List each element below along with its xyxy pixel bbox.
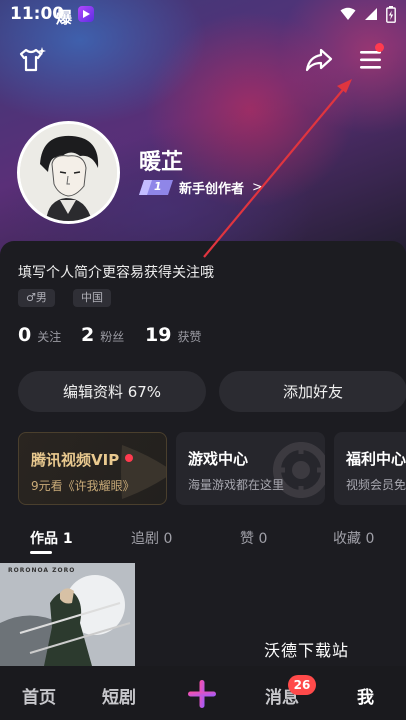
nav-me[interactable]: 我 bbox=[357, 683, 374, 708]
nav-home[interactable]: 首页 bbox=[22, 683, 56, 708]
nav-short-drama[interactable]: 短剧 bbox=[102, 683, 136, 708]
plus-icon[interactable] bbox=[188, 680, 216, 708]
messages-badge: 26 bbox=[288, 675, 316, 695]
annotation-arrow-icon bbox=[203, 79, 352, 258]
